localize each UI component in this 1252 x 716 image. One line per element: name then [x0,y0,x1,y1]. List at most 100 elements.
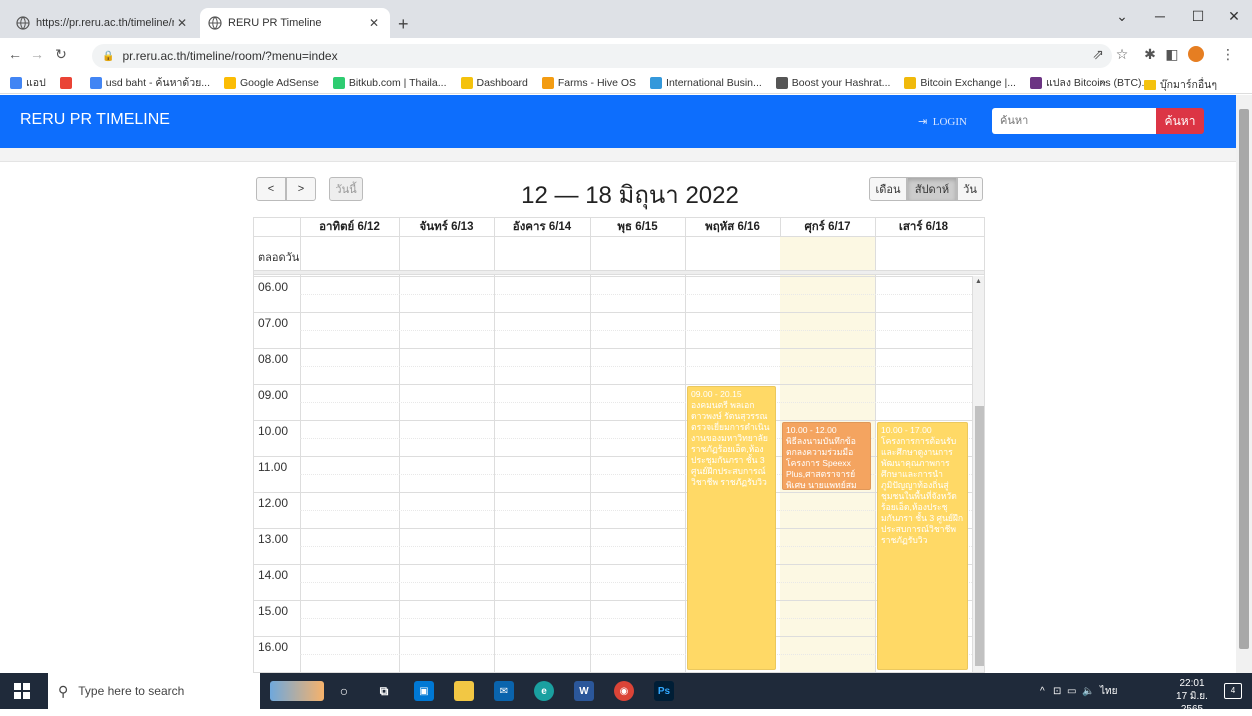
volume-icon[interactable]: 🔈 [1082,686,1094,697]
time-label: 06.00 [258,280,289,294]
new-tab-button[interactable]: + [398,14,409,35]
photoshop-icon[interactable]: Ps [654,681,674,701]
hour-line [254,420,972,421]
menu-kebab-icon[interactable]: ⋮ [1218,46,1238,63]
bookmark-item[interactable]: แอป [10,74,46,91]
calendar-scrollbar[interactable]: ▲ [972,276,984,672]
share-icon[interactable]: ⇗ [1088,46,1108,63]
search-highlight-icon[interactable] [270,681,324,701]
mail-icon[interactable]: ✉ [494,681,514,701]
bookmark-item[interactable]: Dashboard [460,76,528,89]
tab-title: https://pr.reru.ac.th/timeline/room [36,17,174,29]
time-label: 13.00 [258,532,289,546]
file-explorer-icon[interactable] [454,681,474,701]
system-tray: ^ ⊡ ▭ 🔈 ไทย [1040,673,1118,709]
calendar-scroll-thumb[interactable] [975,406,984,666]
sidepanel-icon[interactable]: ◧ [1162,46,1182,63]
chevron-down-icon[interactable]: ⌄ [1112,8,1132,25]
other-bookmarks-folder[interactable]: บุ๊กมาร์กอื่นๆ [1144,76,1217,93]
time-label: 11.00 [258,460,288,474]
reload-icon[interactable]: ↻ [52,46,70,63]
login-link[interactable]: ⇥ LOGIN [918,115,967,128]
page-scrollbar[interactable] [1236,95,1252,673]
google-icon [59,76,72,89]
lock-icon: 🔒 [102,50,115,62]
forward-arrow-icon[interactable]: → [28,46,46,62]
browser-tab[interactable]: https://pr.reru.ac.th/timeline/room ✕ [8,8,198,38]
bookmark-item[interactable]: usd baht - ค้นหาด้วย... [89,74,210,91]
chevron-up-icon[interactable]: ^ [1040,686,1045,697]
half-hour-line [300,546,972,547]
binance-icon [904,76,917,89]
windows-start-icon[interactable] [14,683,30,699]
address-bar[interactable]: 🔒 pr.reru.ac.th/timeline/room/?menu=inde… [92,44,1112,68]
minimize-button[interactable]: ─ [1150,8,1170,24]
notification-icon[interactable]: 4 [1224,683,1242,699]
bookmark-label: Google AdSense [240,76,319,89]
tab-title: RERU PR Timeline [228,17,322,29]
language-indicator[interactable]: ไทย [1100,684,1117,699]
next-week-button[interactable]: > [286,177,316,201]
prev-week-button[interactable]: < [256,177,286,201]
day-column[interactable] [399,218,494,672]
day-column[interactable] [300,218,399,672]
bookmark-label: แปลง Bitcoins (BTC)... [1045,77,1151,89]
taskbar-search-box[interactable]: ⚲ Type here to search [48,673,260,709]
bitcoin-icon [1029,76,1042,89]
cortana-icon[interactable]: ○ [334,681,354,701]
meet-icon[interactable]: ⊡ [1053,686,1061,697]
bookmark-item[interactable]: International Busin... [650,76,762,89]
calendar-event[interactable]: 10.00 - 12.00 พิธีลงนามบันทึกข้อตกลงความร… [782,422,871,490]
chrome-icon[interactable]: ◉ [614,681,634,701]
globe-icon [208,16,222,30]
bookmarks-overflow-button[interactable]: » [1100,76,1106,88]
time-label: 07.00 [258,316,289,330]
header-divider [254,236,984,237]
star-icon[interactable]: ☆ [1112,46,1132,63]
search-input[interactable] [992,108,1156,134]
login-label: LOGIN [932,116,967,128]
taskbar-clock[interactable]: 22:01 17 มิ.ย. 2565 [1166,677,1218,716]
hour-line [254,384,972,385]
bookmark-item[interactable] [59,76,76,89]
bookmark-item[interactable]: Farms - Hive OS [541,76,636,89]
browser-tab-active[interactable]: RERU PR Timeline ✕ [200,8,390,38]
day-column[interactable] [590,218,685,672]
bitkub-icon [332,76,345,89]
profile-avatar[interactable] [1186,46,1206,65]
page-scroll-thumb[interactable] [1239,109,1249,649]
scroll-up-icon[interactable]: ▲ [975,278,982,285]
maximize-button[interactable]: ☐ [1188,8,1208,25]
bookmark-item[interactable]: Google AdSense [224,76,319,89]
day-column[interactable] [494,218,590,672]
day-header: พฤหัส 6/16 [705,221,760,233]
bookmark-label: แอป [26,77,46,89]
event-title: โครงการการต้อนรับและศึกษาดูงานการพัฒนาคุ… [881,436,964,545]
day-view-button[interactable]: วัน [957,177,983,201]
back-arrow-icon[interactable]: ← [6,46,24,62]
battery-icon[interactable]: ▭ [1067,686,1076,697]
edge-icon[interactable]: e [534,681,554,701]
bookmark-item[interactable]: แปลง Bitcoins (BTC)... [1029,74,1151,91]
word-icon[interactable]: W [574,681,594,701]
bookmark-item[interactable]: Bitcoin Exchange |... [904,76,1016,89]
day-header: อังคาร 6/14 [512,221,572,233]
extensions-icon[interactable]: ✱ [1140,46,1160,63]
today-button[interactable]: วันนี้ [329,177,363,201]
store-icon[interactable]: ▣ [414,681,434,701]
bookmark-item[interactable]: Bitkub.com | Thaila... [332,76,447,89]
half-hour-line [300,366,972,367]
week-view-button[interactable]: สัปดาห์ [907,177,957,201]
site-brand[interactable]: RERU PR TIMELINE [20,111,170,129]
close-window-button[interactable]: ✕ [1224,8,1244,25]
search-icon: ⚲ [58,682,69,699]
half-hour-line [300,294,972,295]
bookmark-item[interactable]: Boost your Hashrat... [775,76,890,89]
calendar-event[interactable]: 09.00 - 20.15 องคมนตรี พลเอก ดาวพงษ์ รัตน… [687,386,776,670]
search-button[interactable]: ค้นหา [1156,108,1204,134]
calendar-event[interactable]: 10.00 - 17.00 โครงการการต้อนรับและศึกษาดู… [877,422,968,670]
close-tab-icon[interactable]: ✕ [174,16,190,30]
task-view-icon[interactable]: ⧉ [374,681,394,701]
close-tab-icon[interactable]: ✕ [366,16,382,30]
month-view-button[interactable]: เดือน [869,177,907,201]
